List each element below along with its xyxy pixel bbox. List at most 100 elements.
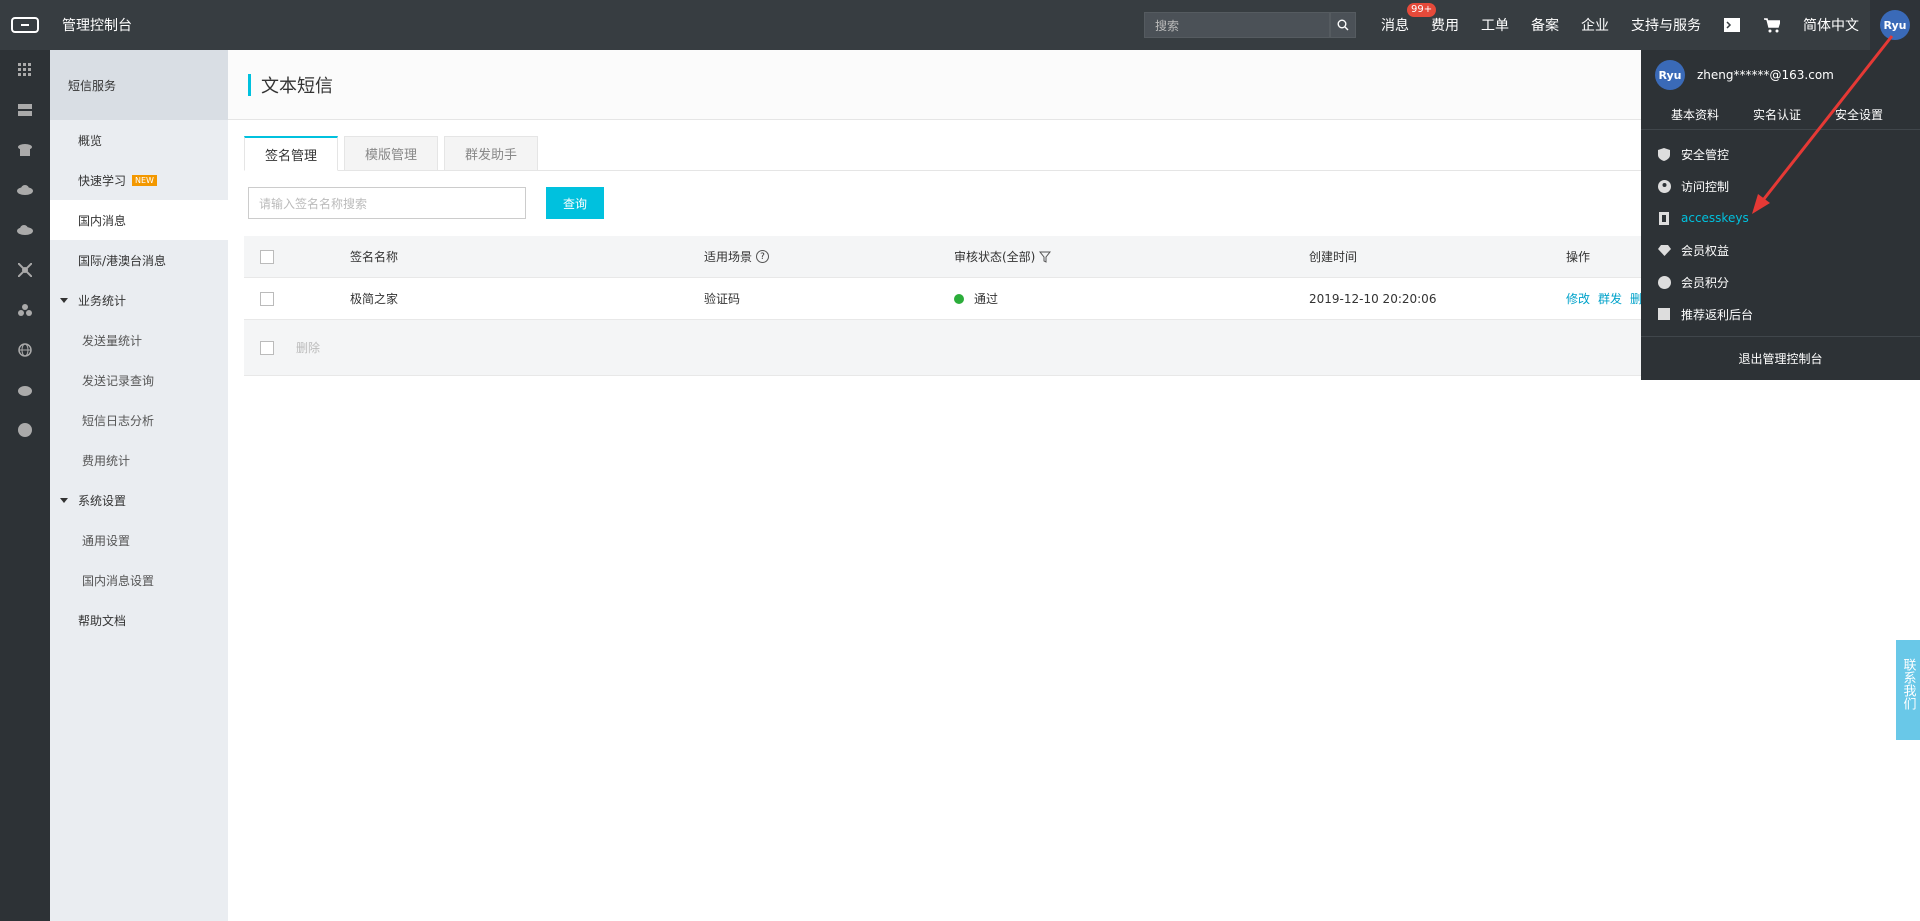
avatar: Ryu <box>1880 10 1910 40</box>
table-footer: 删除 <box>244 320 1764 376</box>
enterprise-link[interactable]: 企业 <box>1581 15 1609 35</box>
ticket-link[interactable]: 工单 <box>1481 15 1509 35</box>
menu-member-points[interactable]: 会员积分 <box>1641 266 1920 298</box>
tab-signatures[interactable]: 签名管理 <box>244 136 339 171</box>
subnav-item-send-records[interactable]: 发送记录查询 <box>50 360 228 400</box>
menu-security-control[interactable]: 安全管控 <box>1641 138 1920 170</box>
icp-link[interactable]: 备案 <box>1531 15 1559 35</box>
subnav-item-help[interactable]: 帮助文档 <box>50 600 228 640</box>
cell-name: 极简之家 <box>350 292 399 306</box>
billing-link[interactable]: 费用 <box>1431 15 1459 35</box>
menu-referral[interactable]: 推荐返利后台 <box>1641 298 1920 330</box>
bird-icon[interactable] <box>0 370 50 410</box>
support-link[interactable]: 支持与服务 <box>1631 15 1701 35</box>
footer-checkbox[interactable] <box>260 340 274 355</box>
subnav-item-log-analysis[interactable]: 短信日志分析 <box>50 400 228 440</box>
search-row: 请输入签名名称搜索 查询 <box>248 187 604 219</box>
subnav-item-overview[interactable]: 概览 <box>50 120 228 160</box>
cloud-icon[interactable] <box>0 170 50 210</box>
filter-icon[interactable] <box>1039 251 1052 263</box>
language-switch[interactable]: 简体中文 <box>1803 15 1859 35</box>
aliyun-logo[interactable] <box>0 0 50 50</box>
global-search-input[interactable]: 搜索 <box>1144 12 1330 38</box>
logout-button[interactable]: 退出管理控制台 <box>1641 336 1920 380</box>
select-all-checkbox[interactable] <box>260 249 274 264</box>
terminal-icon[interactable] <box>1712 0 1752 50</box>
subnav-item-general-settings[interactable]: 通用设置 <box>50 520 228 560</box>
edit-link[interactable]: 修改 <box>1566 290 1590 307</box>
messages-link[interactable]: 消息 99+ <box>1381 3 1437 35</box>
menu-member-benefits[interactable]: 会员权益 <box>1641 234 1920 266</box>
grid-icon[interactable] <box>0 50 50 90</box>
subnav-group-stats[interactable]: 业务统计 <box>50 280 228 320</box>
user-email: zheng******@163.com <box>1697 68 1834 82</box>
bulk-send-link[interactable]: 群发 <box>1598 290 1622 307</box>
dropdown-menu: 安全管控 访问控制 accesskeys 会员权益 会员积分 推荐返利后台 <box>1641 130 1920 330</box>
tab-templates[interactable]: 模版管理 <box>344 136 439 171</box>
subnav-item-domestic[interactable]: 国内消息 <box>50 200 228 240</box>
circle-icon[interactable] <box>0 410 50 450</box>
subnav-item-send-stats[interactable]: 发送量统计 <box>50 320 228 360</box>
subnav-item-domestic-settings[interactable]: 国内消息设置 <box>50 560 228 600</box>
dropdown-links: 基本资料 实名认证 安全设置 <box>1641 100 1920 130</box>
sms-subnav: 短信服务 概览 快速学习 NEW 国内消息 国际/港澳台消息 业务统计 发送量统… <box>50 50 228 921</box>
dropdown-user-info: Ryu zheng******@163.com <box>1641 50 1920 100</box>
console-title[interactable]: 管理控制台 <box>62 15 132 35</box>
avatar: Ryu <box>1655 60 1685 90</box>
cart-icon[interactable] <box>1752 0 1792 50</box>
query-button[interactable]: 查询 <box>546 187 604 219</box>
title-accent-bar <box>248 73 251 96</box>
user-avatar-button[interactable]: Ryu <box>1870 0 1920 50</box>
col-header-op: 操作 <box>1566 250 1591 264</box>
signature-table: 签名名称 适用场景? 审核状态(全部) 创建时间 操作 极简之家 验证码 通过 … <box>244 236 1764 376</box>
user-circle-icon <box>1657 179 1671 193</box>
points-icon <box>1657 275 1671 289</box>
tab-bulk-send[interactable]: 群发助手 <box>444 136 539 171</box>
security-settings-link[interactable]: 安全设置 <box>1835 106 1883 123</box>
referral-icon <box>1657 307 1671 321</box>
status-ok-dot <box>954 293 964 304</box>
verification-link[interactable]: 实名认证 <box>1753 106 1801 123</box>
signature-search-input[interactable]: 请输入签名名称搜索 <box>248 187 526 219</box>
tab-bar: 签名管理 模版管理 群发助手 <box>244 136 1844 171</box>
top-navbar: 管理控制台 搜索 消息 99+ 费用 工单 备案 企业 支持与服务 简体中文 R… <box>0 0 1920 50</box>
cluster-icon[interactable] <box>0 290 50 330</box>
key-icon <box>1657 211 1671 225</box>
search-icon[interactable] <box>1330 12 1356 38</box>
page-title: 文本短信 <box>261 75 333 97</box>
diamond-icon <box>1657 243 1671 257</box>
server-icon[interactable] <box>0 90 50 130</box>
col-header-time: 创建时间 <box>1309 250 1358 264</box>
new-badge: NEW <box>132 174 157 186</box>
cloud-upload-icon[interactable] <box>0 210 50 250</box>
menu-access-control[interactable]: 访问控制 <box>1641 170 1920 202</box>
caret-down-icon <box>60 497 68 503</box>
database-icon[interactable] <box>0 130 50 170</box>
menu-accesskeys[interactable]: accesskeys <box>1641 202 1920 234</box>
row-checkbox[interactable] <box>260 291 274 306</box>
batch-delete-button[interactable]: 删除 <box>296 339 320 356</box>
cell-scene: 验证码 <box>704 292 741 306</box>
user-dropdown: Ryu zheng******@163.com 基本资料 实名认证 安全设置 安… <box>1641 50 1920 380</box>
subnav-item-international[interactable]: 国际/港澳台消息 <box>50 240 228 280</box>
table-header: 签名名称 适用场景? 审核状态(全部) 创建时间 操作 <box>244 236 1764 278</box>
caret-down-icon <box>60 297 68 303</box>
shield-icon <box>1657 147 1671 161</box>
col-header-name: 签名名称 <box>350 250 399 264</box>
globe-icon[interactable] <box>0 330 50 370</box>
contact-us-button[interactable]: 联系我们 <box>1896 640 1920 740</box>
subnav-group-settings[interactable]: 系统设置 <box>50 480 228 520</box>
subnav-item-quick-learn[interactable]: 快速学习 NEW <box>50 160 228 200</box>
network-icon[interactable] <box>0 250 50 290</box>
product-icon-bar <box>0 50 50 921</box>
cell-time: 2019-12-10 20:20:06 <box>1309 291 1437 306</box>
cell-status: 通过 <box>954 290 998 307</box>
subnav-item-cost-stats[interactable]: 费用统计 <box>50 440 228 480</box>
col-header-scene: 适用场景? <box>704 248 770 265</box>
table-row: 极简之家 验证码 通过 2019-12-10 20:20:06 修改 群发 删 <box>244 278 1764 320</box>
profile-link[interactable]: 基本资料 <box>1671 106 1719 123</box>
help-icon[interactable]: ? <box>756 250 770 263</box>
subnav-header: 短信服务 <box>50 50 228 120</box>
col-header-status[interactable]: 审核状态(全部) <box>954 248 1052 265</box>
cell-ops: 修改 群发 删 <box>1566 290 1650 307</box>
